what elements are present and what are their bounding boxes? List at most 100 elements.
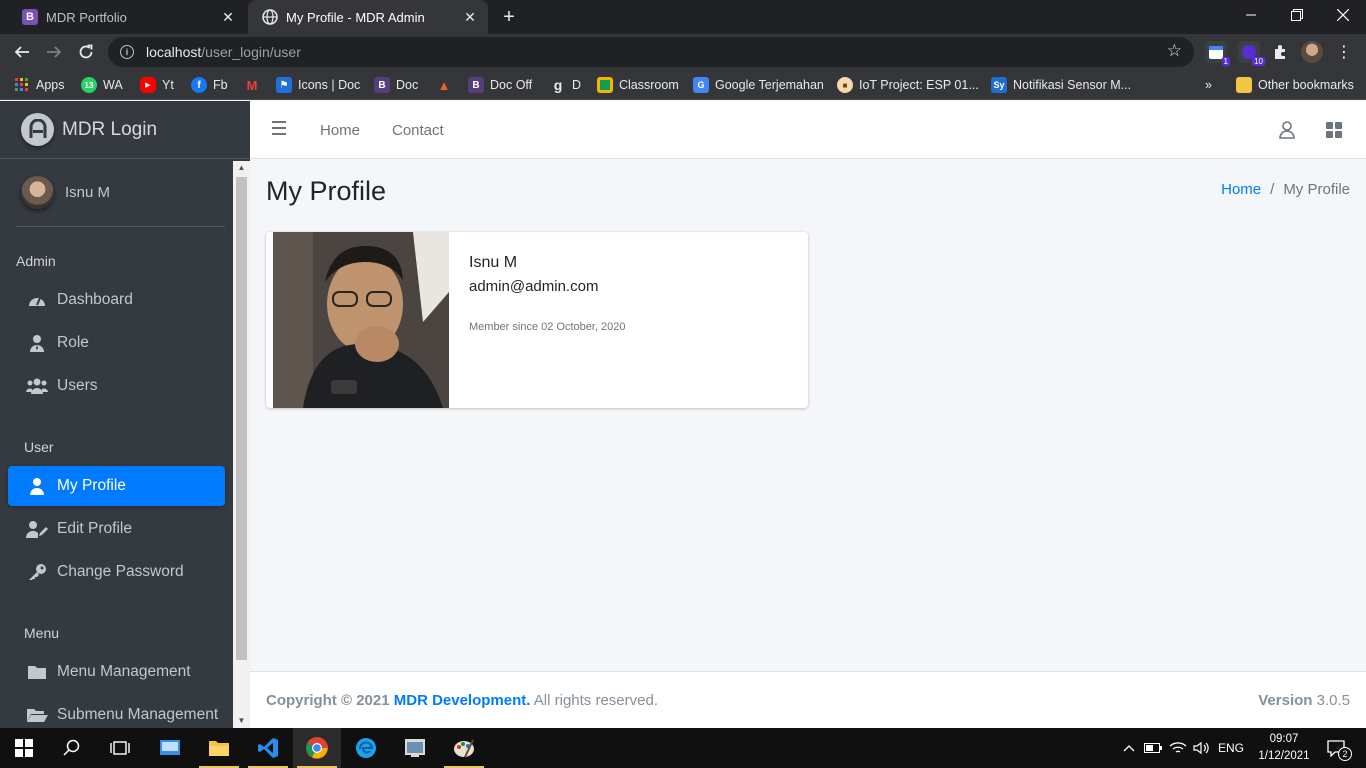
sidebar-item-edit-profile[interactable]: Edit Profile — [8, 509, 225, 549]
app-window-icon[interactable] — [391, 728, 439, 768]
grid-apps-icon[interactable] — [1325, 121, 1343, 139]
nav-link-home[interactable]: Home — [320, 122, 360, 139]
sidebar-item-role[interactable]: Role — [8, 323, 225, 363]
kebab-menu-icon[interactable]: ⋮ — [1333, 41, 1355, 63]
bookmark-label: Apps — [36, 78, 65, 92]
breadcrumb-home-link[interactable]: Home — [1221, 181, 1261, 198]
bookmark-google-terjemahan[interactable]: G Google Terjemahan — [693, 75, 824, 95]
breadcrumb-current: My Profile — [1283, 181, 1350, 198]
calendar-extension-icon[interactable]: 1 — [1205, 41, 1230, 66]
paint-icon[interactable] — [440, 728, 488, 768]
extension-icon[interactable]: 10 — [1238, 41, 1265, 66]
brand-link[interactable]: MDR Login — [0, 101, 250, 159]
bookmark-wa[interactable]: 13 WA — [81, 75, 123, 95]
copyright-brand-link[interactable]: MDR Development. — [394, 692, 531, 709]
bookmark-notifikasi-sensor[interactable]: Sy Notifikasi Sensor M... — [991, 75, 1131, 95]
notification-center-icon[interactable]: 2 — [1316, 728, 1356, 768]
address-bar[interactable]: i localhost/user_login/user ☆ — [108, 37, 1194, 67]
profile-avatar-icon[interactable] — [1301, 41, 1323, 63]
key-icon — [26, 563, 48, 581]
footer-copyright: Copyright © 2021 MDR Development. All ri… — [266, 692, 658, 709]
browser-tabstrip: B MDR Portfolio ✕ My Profile - MDR Admin… — [0, 0, 1366, 34]
bookmark-d[interactable]: g D — [550, 75, 581, 95]
user-name: Isnu M — [65, 184, 111, 201]
language-indicator[interactable]: ENG — [1214, 728, 1248, 768]
sidebar-item-submenu-management[interactable]: Submenu Management — [8, 695, 225, 728]
sidebar-item-users[interactable]: Users — [8, 366, 225, 406]
bookmarks-bar: Apps 13 WA ▶ Yt f Fb M ⚑ Icons | Doc B D… — [0, 70, 1366, 100]
folder-open-icon — [26, 707, 48, 723]
tachometer-icon — [26, 292, 48, 308]
translate-icon: G — [693, 77, 709, 93]
browser-toolbar: i localhost/user_login/user ☆ 1 10 ⋮ — [0, 34, 1366, 70]
nav-header-admin: Admin — [16, 253, 56, 269]
system-clock[interactable]: 09:07 1/12/2021 — [1256, 731, 1312, 765]
bookmark-label: Google Terjemahan — [715, 78, 824, 92]
folder-icon — [1236, 77, 1252, 93]
nav-header-user: User — [24, 439, 54, 455]
bookmark-gmail[interactable]: M — [244, 75, 266, 95]
sidebar-scrollbar[interactable]: ▲ ▼ — [233, 161, 250, 728]
task-view-icon[interactable] — [96, 728, 144, 768]
user-account-icon[interactable] — [1278, 121, 1296, 139]
close-tab-icon[interactable]: ✕ — [218, 9, 238, 26]
wifi-icon[interactable] — [1166, 728, 1190, 768]
battery-icon[interactable] — [1142, 728, 1164, 768]
show-hidden-icons-chevron-icon[interactable] — [1119, 728, 1139, 768]
bookmark-icons-doc[interactable]: ⚑ Icons | Doc — [276, 75, 360, 95]
puzzle-extensions-icon[interactable] — [1269, 41, 1291, 63]
minimize-window-button[interactable] — [1228, 0, 1274, 30]
nav-link-contact[interactable]: Contact — [392, 122, 444, 139]
globe-icon — [262, 9, 278, 25]
tab-title: MDR Portfolio — [46, 9, 127, 25]
chrome-icon[interactable] — [293, 728, 341, 768]
user-panel[interactable]: Isnu M — [16, 159, 225, 227]
vscode-icon[interactable] — [244, 728, 292, 768]
sidebar-item-change-password[interactable]: Change Password — [8, 552, 225, 592]
sidebar-item-label: Users — [57, 377, 98, 394]
gmail-icon: M — [246, 77, 258, 93]
version-value: 3.0.5 — [1316, 692, 1350, 709]
bookmark-classroom[interactable]: Classroom — [597, 75, 679, 95]
scroll-down-arrow-icon[interactable]: ▼ — [233, 714, 250, 728]
bookmarks-overflow-button[interactable]: » — [1205, 75, 1212, 95]
edge-icon[interactable] — [342, 728, 390, 768]
sidebar-item-label: Change Password — [57, 563, 184, 580]
avatar — [21, 176, 54, 209]
users-icon — [26, 378, 48, 394]
bookmark-fb[interactable]: f Fb — [191, 75, 228, 95]
close-tab-icon[interactable]: ✕ — [460, 9, 480, 26]
bookmark-doc-off[interactable]: B Doc Off — [468, 75, 532, 95]
reload-icon[interactable] — [74, 40, 98, 64]
bookmark-iot-project[interactable]: ■ IoT Project: ESP 01... — [837, 75, 979, 95]
other-bookmarks[interactable]: Other bookmarks — [1236, 75, 1354, 95]
back-arrow-icon[interactable] — [10, 40, 34, 64]
new-tab-button[interactable]: + — [498, 6, 520, 28]
scroll-up-arrow-icon[interactable]: ▲ — [233, 161, 250, 175]
forward-arrow-icon[interactable] — [42, 40, 66, 64]
bookmark-yt[interactable]: ▶ Yt — [140, 75, 174, 95]
hamburger-menu-icon[interactable] — [272, 121, 287, 135]
site-info-icon[interactable]: i — [120, 45, 134, 59]
windows-start-icon[interactable] — [0, 728, 48, 768]
restore-window-button[interactable] — [1274, 0, 1320, 30]
close-window-button[interactable] — [1320, 0, 1366, 30]
bookmark-star-icon[interactable]: ☆ — [1167, 41, 1182, 61]
search-icon[interactable] — [48, 728, 96, 768]
bookmark-codeigniter[interactable]: ▲ — [436, 75, 458, 95]
browser-tab-mdr-portfolio[interactable]: B MDR Portfolio ✕ — [8, 0, 246, 34]
file-explorer-icon[interactable] — [195, 728, 243, 768]
sidebar-item-menu-management[interactable]: Menu Management — [8, 652, 225, 692]
bookmark-apps[interactable]: Apps — [14, 75, 65, 95]
profile-name: Isnu M — [469, 254, 518, 271]
whatsapp-icon: 13 — [81, 77, 97, 93]
brand-logo-icon — [21, 113, 54, 146]
bookmark-doc[interactable]: B Doc — [374, 75, 418, 95]
browser-tab-my-profile[interactable]: My Profile - MDR Admin ✕ — [248, 0, 488, 34]
sidebar-item-my-profile[interactable]: My Profile — [8, 466, 225, 506]
volume-icon[interactable] — [1190, 728, 1212, 768]
profile-card: Isnu M admin@admin.com Member since 02 O… — [266, 232, 808, 408]
control-panel-icon[interactable] — [146, 728, 194, 768]
sidebar-item-dashboard[interactable]: Dashboard — [8, 280, 225, 320]
scrollbar-thumb[interactable] — [236, 177, 247, 660]
